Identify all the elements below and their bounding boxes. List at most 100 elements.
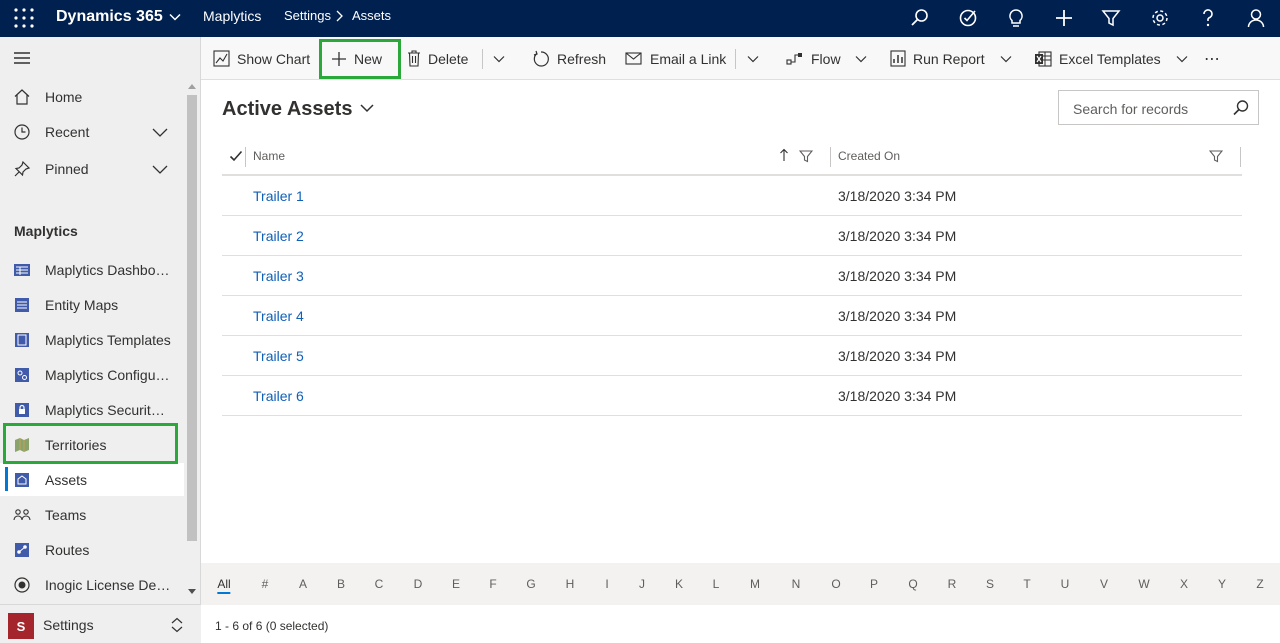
jump-r[interactable]: R: [948, 577, 957, 591]
flow-button[interactable]: Flow: [786, 37, 868, 80]
table-row[interactable]: Trailer 5 3/18/2020 3:34 PM: [222, 336, 1242, 376]
select-all-checkmark-icon[interactable]: [229, 149, 243, 163]
hamburger-menu-icon[interactable]: [12, 50, 32, 66]
search-icon[interactable]: [1232, 99, 1250, 117]
record-name-link[interactable]: Trailer 4: [253, 308, 304, 324]
license-icon: [13, 576, 31, 594]
nav-item-entity-maps[interactable]: Entity Maps: [0, 288, 184, 321]
chevron-down-icon[interactable]: [168, 10, 182, 24]
jump-h[interactable]: H: [566, 577, 575, 591]
table-row[interactable]: Trailer 2 3/18/2020 3:34 PM: [222, 216, 1242, 256]
chevron-down-icon[interactable]: [1175, 54, 1189, 64]
nav-item-inogic-license-details[interactable]: Inogic License Details: [0, 568, 184, 601]
excel-templates-button[interactable]: Excel Templates: [1034, 37, 1189, 80]
jump-v[interactable]: V: [1100, 577, 1108, 591]
jump-o[interactable]: O: [831, 577, 840, 591]
user-icon[interactable]: [1242, 4, 1270, 32]
view-title[interactable]: Active Assets: [222, 98, 352, 121]
jump-b[interactable]: B: [337, 577, 345, 591]
jump-d[interactable]: D: [414, 577, 423, 591]
run-report-button[interactable]: Run Report: [890, 37, 1013, 80]
nav-item-maplytics-dashboard[interactable]: Maplytics Dashboard: [0, 253, 184, 286]
nav-item-maplytics-templates[interactable]: Maplytics Templates: [0, 323, 184, 356]
jump-x[interactable]: X: [1180, 577, 1188, 591]
record-name-link[interactable]: Trailer 5: [253, 348, 304, 364]
email-link-dropdown[interactable]: [746, 37, 760, 80]
area-switcher[interactable]: S Settings: [0, 604, 201, 643]
chevron-up-down-icon[interactable]: [170, 617, 184, 633]
sidebar-scrollbar[interactable]: [187, 83, 197, 597]
record-created-on: 3/18/2020 3:34 PM: [838, 228, 957, 244]
more-commands-button[interactable]: ⋯: [1204, 37, 1221, 80]
chevron-down-icon[interactable]: [151, 163, 169, 175]
scroll-up-icon[interactable]: [188, 83, 196, 89]
search-icon[interactable]: [906, 4, 934, 32]
app-name[interactable]: Dynamics 365: [56, 8, 163, 26]
lightbulb-icon[interactable]: [1002, 4, 1030, 32]
table-row[interactable]: Trailer 6 3/18/2020 3:34 PM: [222, 376, 1242, 416]
jump-u[interactable]: U: [1061, 577, 1070, 591]
jump-hash[interactable]: #: [262, 577, 269, 591]
jump-f[interactable]: F: [489, 577, 496, 591]
jump-e[interactable]: E: [452, 577, 460, 591]
help-icon[interactable]: [1194, 4, 1222, 32]
scroll-down-icon[interactable]: [188, 589, 196, 595]
jump-s[interactable]: S: [986, 577, 994, 591]
jump-l[interactable]: L: [713, 577, 720, 591]
task-icon[interactable]: [954, 4, 982, 32]
jump-y[interactable]: Y: [1218, 577, 1226, 591]
jump-all[interactable]: All: [217, 577, 231, 594]
table-row[interactable]: Trailer 4 3/18/2020 3:34 PM: [222, 296, 1242, 336]
sort-ascending-icon[interactable]: [779, 148, 789, 162]
email-link-button[interactable]: Email a Link: [625, 37, 726, 80]
column-header-created-on[interactable]: Created On: [838, 149, 900, 163]
table-row[interactable]: Trailer 1 3/18/2020 3:34 PM: [222, 176, 1242, 216]
plus-icon[interactable]: [1050, 4, 1078, 32]
jump-c[interactable]: C: [375, 577, 384, 591]
filter-icon[interactable]: [1097, 4, 1125, 32]
record-name-link[interactable]: Trailer 1: [253, 188, 304, 204]
nav-item-routes[interactable]: Routes: [0, 533, 184, 566]
jump-t[interactable]: T: [1023, 577, 1030, 591]
jump-g[interactable]: G: [526, 577, 535, 591]
jump-p[interactable]: P: [870, 577, 878, 591]
jump-n[interactable]: N: [792, 577, 801, 591]
table-row[interactable]: Trailer 3 3/18/2020 3:34 PM: [222, 256, 1242, 296]
jump-z[interactable]: Z: [1256, 577, 1263, 591]
nav-item-maplytics-configuration[interactable]: Maplytics Configuration: [0, 358, 184, 391]
jump-w[interactable]: W: [1138, 577, 1149, 591]
jump-k[interactable]: K: [675, 577, 683, 591]
chevron-down-icon[interactable]: [999, 54, 1013, 64]
jump-j[interactable]: J: [639, 577, 645, 591]
record-name-link[interactable]: Trailer 2: [253, 228, 304, 244]
filter-icon[interactable]: [799, 149, 813, 163]
nav-item-maplytics-security-templates[interactable]: Maplytics Security Templates: [0, 393, 184, 426]
more-delete-dropdown[interactable]: [492, 37, 506, 80]
jump-m[interactable]: M: [750, 577, 760, 591]
chevron-down-icon[interactable]: [151, 126, 169, 138]
nav-item-teams[interactable]: Teams: [0, 498, 184, 531]
nav-item-pinned[interactable]: Pinned: [0, 152, 184, 185]
search-records-input[interactable]: Search for records: [1058, 90, 1259, 125]
breadcrumb-assets[interactable]: Assets: [352, 8, 391, 23]
scrollbar-thumb[interactable]: [187, 95, 197, 541]
jump-a[interactable]: A: [299, 577, 307, 591]
view-selector-chevron-icon[interactable]: [359, 101, 375, 115]
column-header-name[interactable]: Name: [253, 149, 285, 163]
breadcrumb-settings[interactable]: Settings: [284, 8, 331, 23]
chevron-down-icon[interactable]: [854, 54, 868, 64]
record-name-link[interactable]: Trailer 3: [253, 268, 304, 284]
jump-i[interactable]: I: [605, 577, 608, 591]
delete-button[interactable]: Delete: [407, 37, 468, 80]
nav-item-recent[interactable]: Recent: [0, 115, 184, 148]
show-chart-button[interactable]: Show Chart: [213, 37, 310, 80]
area-name[interactable]: Maplytics: [203, 8, 261, 24]
record-name-link[interactable]: Trailer 6: [253, 388, 304, 404]
gear-icon[interactable]: [1146, 4, 1174, 32]
nav-item-home[interactable]: Home: [0, 80, 184, 113]
filter-icon[interactable]: [1209, 149, 1223, 163]
app-launcher-icon[interactable]: [12, 6, 36, 30]
nav-item-assets[interactable]: Assets: [0, 463, 184, 496]
refresh-button[interactable]: Refresh: [532, 37, 606, 80]
jump-q[interactable]: Q: [908, 577, 917, 591]
